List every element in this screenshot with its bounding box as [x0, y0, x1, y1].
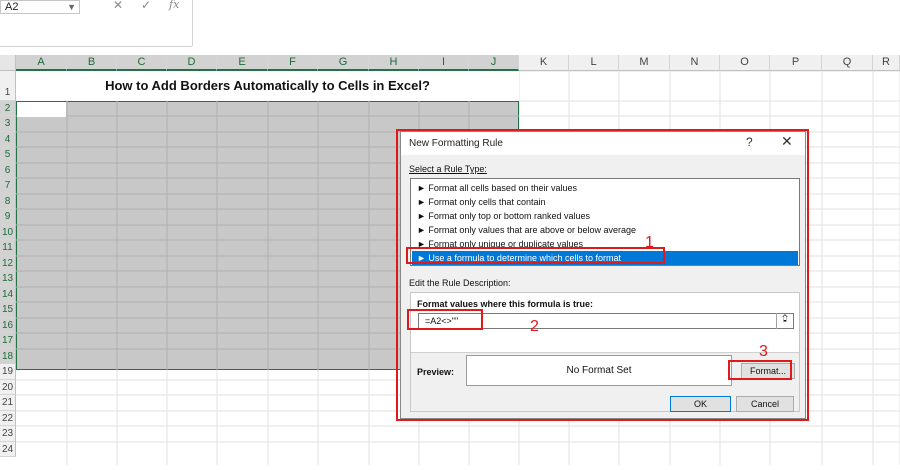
help-icon[interactable]: ?: [746, 135, 753, 149]
row-header[interactable]: 10: [0, 225, 16, 240]
dialog-titlebar: New Formatting Rule ? ✕: [401, 132, 805, 155]
chevron-down-icon[interactable]: ▼: [67, 1, 76, 13]
column-header[interactable]: N: [670, 55, 720, 71]
row-header[interactable]: 4: [0, 132, 16, 147]
rule-type-item[interactable]: ► Format only values that are above or b…: [412, 223, 798, 237]
column-header[interactable]: P: [770, 55, 822, 71]
formula-value: =A2<>"": [425, 316, 459, 326]
name-box[interactable]: A2 ▼: [0, 0, 80, 14]
row-header[interactable]: 21: [0, 395, 16, 411]
row-header[interactable]: 7: [0, 178, 16, 194]
formula-panel: Format values where this formula is true…: [411, 293, 799, 353]
row-header[interactable]: 23: [0, 426, 16, 442]
cancel-button[interactable]: Cancel: [736, 396, 794, 412]
rule-type-list[interactable]: ► Format all cells based on their values…: [410, 178, 800, 266]
column-header[interactable]: R: [873, 55, 900, 71]
edit-rule-description-label: Edit the Rule Description:: [409, 278, 511, 288]
row-header[interactable]: 22: [0, 411, 16, 426]
column-header[interactable]: J: [469, 55, 519, 71]
rule-type-item[interactable]: ► Format all cells based on their values: [412, 181, 798, 195]
select-rule-type-label: Select a Rule Type:: [409, 164, 487, 174]
column-header[interactable]: K: [519, 55, 569, 71]
row-header[interactable]: 13: [0, 271, 16, 287]
column-header[interactable]: Q: [822, 55, 873, 71]
formula-bar-divider: [192, 0, 193, 46]
column-header[interactable]: A: [16, 55, 67, 71]
row-header[interactable]: 5: [0, 147, 16, 163]
row-header[interactable]: 6: [0, 163, 16, 178]
formula-buttons: ✕ ✓ fx: [101, 0, 191, 14]
formula-bar-divider-bottom: [0, 46, 192, 47]
annotation-number-2: 2: [530, 318, 539, 335]
formula-bar: A2 ▼ ✕ ✓ fx: [0, 0, 900, 47]
format-button[interactable]: Format...: [741, 363, 795, 379]
column-header[interactable]: D: [167, 55, 217, 71]
annotation-number-3: 3: [759, 343, 768, 360]
rule-description-group: Format values where this formula is true…: [410, 292, 800, 412]
column-header[interactable]: G: [318, 55, 369, 71]
preview-label: Preview:: [417, 367, 455, 377]
row-header[interactable]: 11: [0, 240, 16, 256]
rule-type-item[interactable]: ► Format only top or bottom ranked value…: [412, 209, 798, 223]
row-header[interactable]: 12: [0, 256, 16, 271]
column-header[interactable]: O: [720, 55, 770, 71]
row-header[interactable]: 14: [0, 287, 16, 302]
row-header[interactable]: 16: [0, 318, 16, 333]
column-header[interactable]: I: [419, 55, 469, 71]
row-header[interactable]: 8: [0, 194, 16, 209]
column-header[interactable]: B: [67, 55, 117, 71]
enter-icon[interactable]: ✓: [141, 0, 151, 12]
rule-type-item[interactable]: ► Format only cells that contain: [412, 195, 798, 209]
ok-button[interactable]: OK: [670, 396, 731, 412]
row-header[interactable]: 24: [0, 442, 16, 457]
row-header[interactable]: 9: [0, 209, 16, 225]
sheet-title: How to Add Borders Automatically to Cell…: [16, 71, 519, 101]
column-header[interactable]: F: [268, 55, 318, 71]
collapse-dialog-icon[interactable]: ⮸: [776, 313, 793, 329]
formula-label: Format values where this formula is true…: [417, 299, 594, 309]
row-header[interactable]: 3: [0, 116, 16, 132]
row-header[interactable]: 20: [0, 380, 16, 395]
active-cell[interactable]: [17, 102, 66, 117]
formula-input[interactable]: =A2<>"" ⮸: [418, 313, 794, 329]
row-header[interactable]: 18: [0, 349, 16, 364]
row-header[interactable]: 19: [0, 364, 16, 380]
row-header[interactable]: 1: [0, 71, 16, 101]
column-header[interactable]: H: [369, 55, 419, 71]
annotation-number-1: 1: [645, 234, 654, 251]
rule-type-item[interactable]: ► Format only unique or duplicate values: [412, 237, 798, 251]
row-header[interactable]: 17: [0, 333, 16, 349]
function-icon[interactable]: fx: [169, 0, 179, 11]
preview-box: No Format Set: [466, 355, 732, 386]
name-box-value: A2: [5, 1, 19, 13]
rule-type-item-selected[interactable]: ► Use a formula to determine which cells…: [412, 251, 798, 265]
column-header[interactable]: C: [117, 55, 167, 71]
column-header[interactable]: L: [569, 55, 619, 71]
column-header[interactable]: M: [619, 55, 670, 71]
row-header[interactable]: 2: [0, 101, 16, 116]
dialog-title: New Formatting Rule: [409, 138, 503, 149]
column-header[interactable]: E: [217, 55, 268, 71]
close-icon[interactable]: ✕: [781, 133, 793, 150]
row-header[interactable]: 15: [0, 302, 16, 318]
select-all-corner[interactable]: [0, 55, 16, 71]
new-formatting-rule-dialog: New Formatting Rule ? ✕ Select a Rule Ty…: [400, 131, 806, 419]
cancel-icon[interactable]: ✕: [113, 0, 123, 12]
